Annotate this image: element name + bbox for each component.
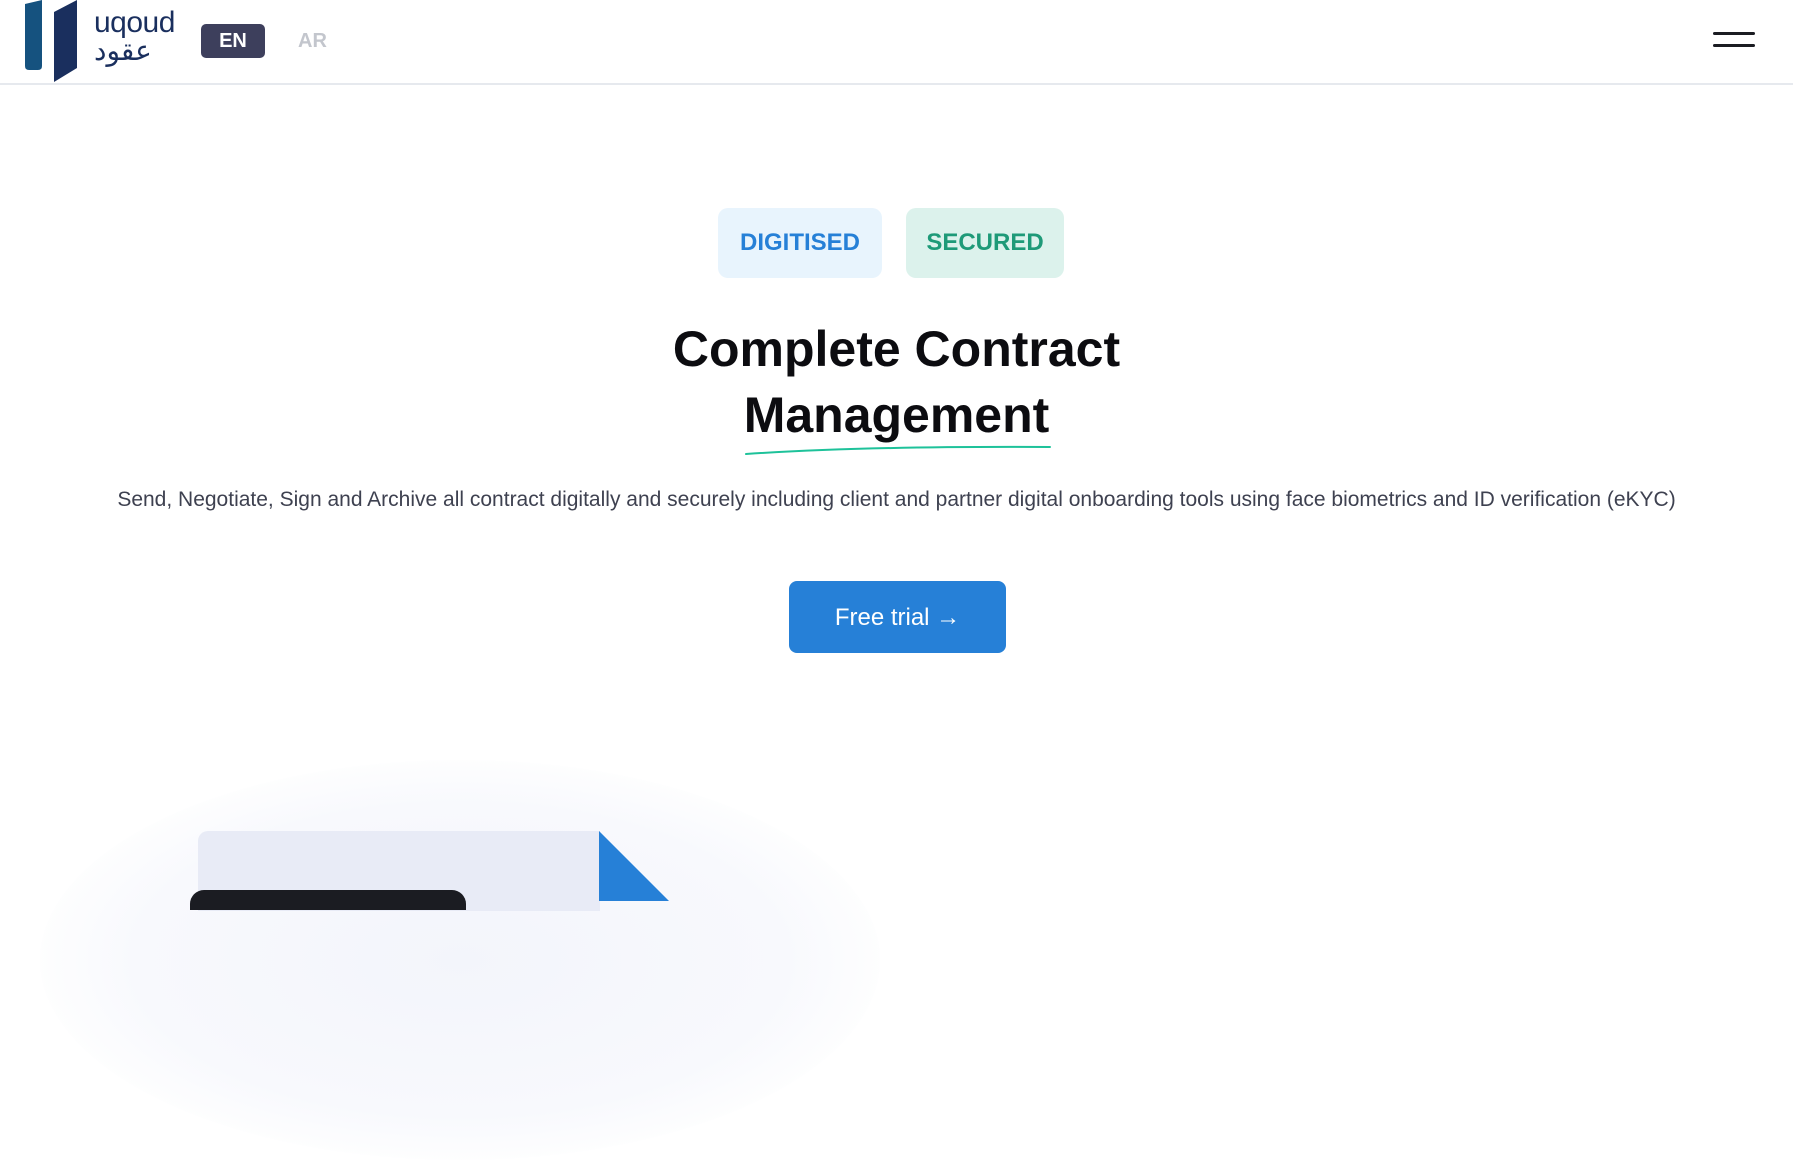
- hero-subtitle: Send, Negotiate, Sign and Archive all co…: [117, 488, 1676, 511]
- preview-accent-shape: [599, 831, 669, 901]
- logo-text-ar: عقود: [94, 34, 152, 67]
- site-header: uqoud عقود EN AR: [0, 0, 1793, 85]
- free-trial-button[interactable]: Free trial →: [789, 581, 1006, 653]
- language-ar-button[interactable]: AR: [298, 24, 327, 58]
- tag-digitised: DIGITISED: [718, 208, 882, 278]
- language-en-button[interactable]: EN: [201, 24, 265, 58]
- tag-secured: SECURED: [906, 208, 1064, 278]
- uqoud-logo[interactable]: uqoud عقود: [24, 0, 175, 82]
- hero-title: Complete Contract Management: [0, 316, 1793, 455]
- hamburger-line-top: [1713, 32, 1755, 35]
- hero-tags: DIGITISED SECURED: [0, 208, 1793, 280]
- preview-background-glow: [40, 760, 880, 1160]
- logo-mark-icon: [25, 0, 77, 82]
- hamburger-icon[interactable]: [1710, 26, 1756, 56]
- title-underline-icon: [744, 445, 1051, 455]
- hero-title-line2: Management: [743, 387, 1050, 443]
- hero-title-line1: Complete Contract: [672, 321, 1121, 377]
- product-preview-device: [190, 890, 466, 910]
- hamburger-line-bottom: [1713, 44, 1755, 47]
